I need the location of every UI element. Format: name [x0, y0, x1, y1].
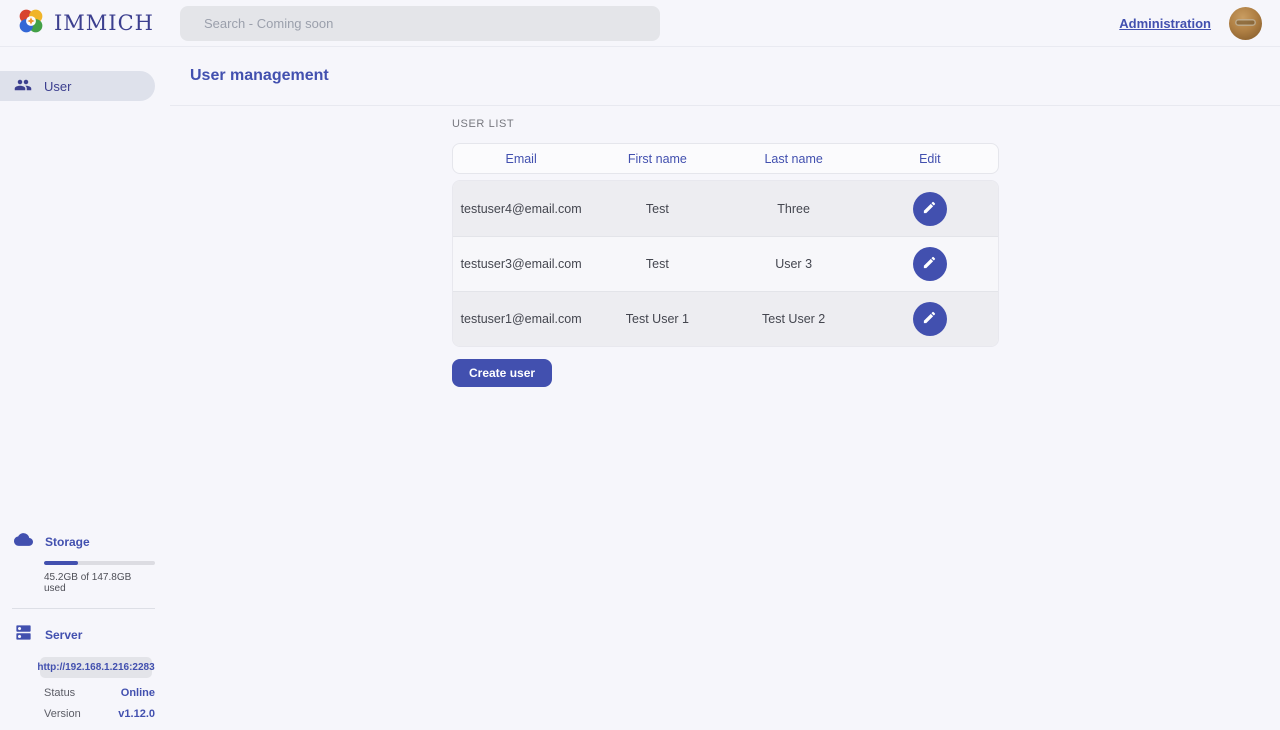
table-row: testuser3@email.com Test User 3: [453, 236, 998, 291]
title-bar: User management: [170, 47, 1280, 106]
page-title: User management: [190, 67, 329, 85]
user-list-section: USER LIST Email First name Last name Edi…: [452, 118, 999, 387]
create-user-button[interactable]: Create user: [452, 359, 552, 387]
app-logo-text: IMMICH: [54, 11, 154, 35]
pencil-icon: [922, 200, 937, 218]
users-icon: [14, 76, 32, 97]
sidebar-footer: Storage 45.2GB of 147.8GB used Server ht…: [0, 530, 155, 720]
status-value: Online: [121, 687, 155, 699]
cell-last-name: User 3: [726, 257, 862, 271]
server-url: http://192.168.1.216:2283: [37, 662, 154, 673]
user-list-label: USER LIST: [452, 118, 999, 130]
column-header-first-name: First name: [589, 152, 725, 166]
cell-first-name: Test: [589, 257, 725, 271]
storage-progress-fill: [44, 561, 78, 565]
table-row: testuser1@email.com Test User 1 Test Use…: [453, 291, 998, 346]
storage-usage-text: 45.2GB of 147.8GB used: [44, 572, 155, 594]
sidebar-divider: [12, 608, 155, 609]
app-logo[interactable]: IMMICH: [16, 6, 154, 41]
cell-email: testuser3@email.com: [453, 257, 589, 271]
cell-last-name: Test User 2: [726, 312, 862, 326]
top-right-controls: Administration: [1119, 0, 1262, 47]
pencil-icon: [922, 255, 937, 273]
sidebar-item-user-label: User: [44, 79, 71, 94]
sidebar-item-user[interactable]: User: [0, 71, 155, 101]
table-row: testuser4@email.com Test Three: [453, 181, 998, 236]
server-title: Server: [45, 628, 82, 642]
cell-email: testuser1@email.com: [453, 312, 589, 326]
main-content: User management USER LIST Email First na…: [170, 47, 1280, 730]
storage-title: Storage: [45, 535, 90, 549]
avatar[interactable]: [1229, 7, 1262, 40]
server-status-row: Status Online: [44, 687, 155, 699]
storage-section-header: Storage: [0, 530, 155, 554]
top-bar: IMMICH Administration: [0, 0, 1280, 47]
cell-email: testuser4@email.com: [453, 202, 589, 216]
server-version-row: Version v1.12.0: [44, 708, 155, 720]
edit-user-button[interactable]: [913, 192, 947, 226]
immich-admin-app: IMMICH Administration User: [0, 0, 1280, 730]
column-header-edit: Edit: [862, 152, 998, 166]
table-header-row: Email First name Last name Edit: [452, 143, 999, 174]
status-label: Status: [44, 687, 75, 699]
cloud-icon: [14, 530, 33, 554]
cell-last-name: Three: [726, 202, 862, 216]
table-body: testuser4@email.com Test Three: [452, 180, 999, 347]
server-icon: [14, 623, 33, 647]
edit-user-button[interactable]: [913, 247, 947, 281]
column-header-email: Email: [453, 152, 589, 166]
search-input[interactable]: [180, 6, 660, 41]
immich-flower-icon: [16, 6, 46, 41]
cell-first-name: Test: [589, 202, 725, 216]
user-table: Email First name Last name Edit testuser…: [452, 143, 999, 347]
cell-first-name: Test User 1: [589, 312, 725, 326]
administration-link[interactable]: Administration: [1119, 16, 1211, 31]
sidebar: User Storage 45.2GB of 147.8GB used: [0, 47, 170, 730]
server-section-header: Server: [0, 623, 155, 647]
version-label: Version: [44, 708, 81, 720]
server-url-badge: http://192.168.1.216:2283: [40, 657, 152, 678]
column-header-last-name: Last name: [726, 152, 862, 166]
version-value: v1.12.0: [118, 708, 155, 720]
storage-progress-bar: [44, 561, 155, 565]
edit-user-button[interactable]: [913, 302, 947, 336]
pencil-icon: [922, 310, 937, 328]
